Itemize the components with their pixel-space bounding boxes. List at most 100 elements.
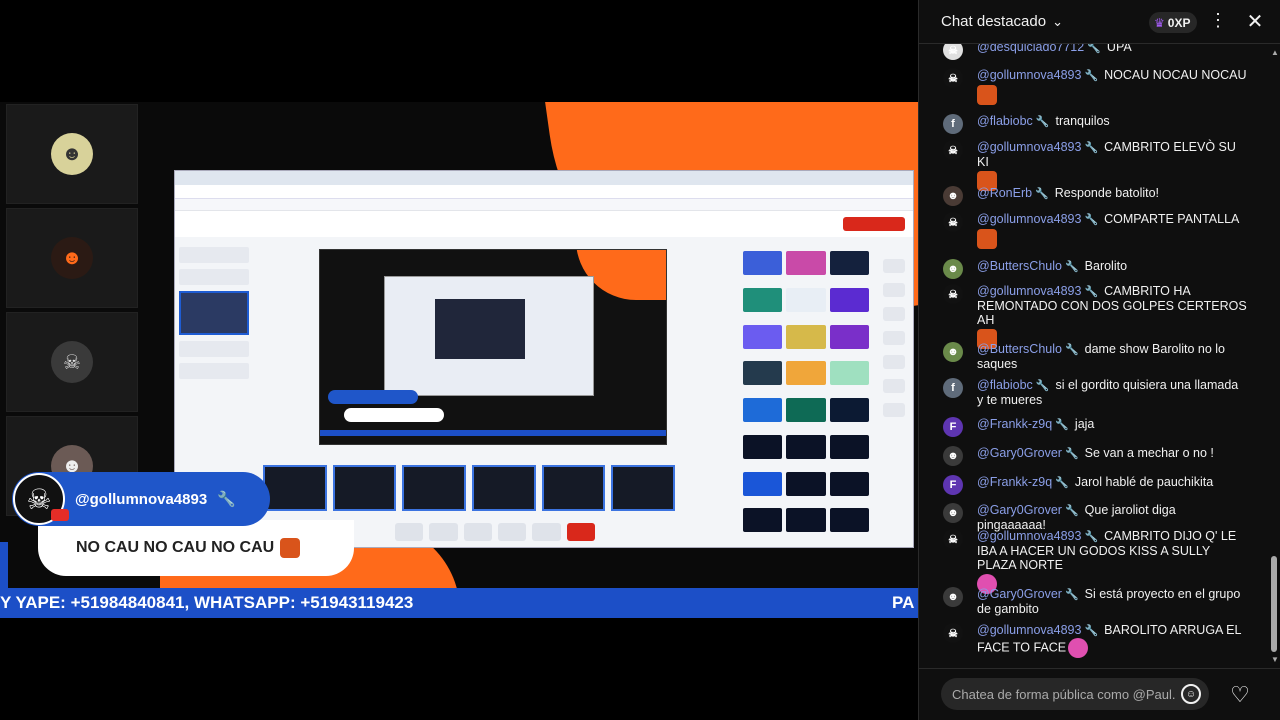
overlay-author-pill: ☠ @gollumnova4893 🔧 [12,472,270,526]
wrench-icon: 🔧 [1084,70,1099,82]
overlay-avatar: ☠ [13,473,69,525]
chat-message-body: @flabiobc 🔧 tranquilos [977,114,1247,129]
crown-icon: ♛ [1154,15,1165,30]
studio-scene-grid [743,251,869,541]
wrench-icon: 🔧 [1084,214,1099,226]
author-avatar[interactable]: f [943,114,963,134]
participant-thumb [263,465,327,511]
author-name[interactable]: @flabiobc [977,378,1033,392]
scrollbar-thumb[interactable] [1271,556,1277,652]
stream-ticker: Y YAPE: +51984840841, WHATSAPP: +5194311… [0,588,918,618]
wrench-icon: 🔧 [1064,505,1079,517]
author-name[interactable]: @Gary0Grover [977,587,1062,601]
participant-thumb [332,465,397,511]
preview-overlay-bubble [344,408,444,422]
emoji-icon [1068,638,1089,658]
chat-mode-dropdown[interactable]: Chat destacado [941,13,1046,30]
wrench-icon: 🔧 [1064,261,1079,273]
author-name[interactable]: @gollumnova4893 [977,140,1081,154]
message-text: UPA [1106,44,1132,54]
author-avatar[interactable]: ☠ [943,529,963,549]
more-vert-icon[interactable]: ⋮ [1209,10,1227,31]
chat-input[interactable] [952,686,1176,702]
author-avatar[interactable]: ☠ [943,212,963,232]
participant-thumb [472,465,536,511]
chat-footer: ☺ ♡ [919,668,1280,720]
wrench-icon: 🔧 [1084,625,1099,637]
heart-icon[interactable]: ♡ [1227,682,1253,708]
author-name[interactable]: @flabiobc [977,114,1033,128]
chat-message-body: @gollumnova4893 🔧 CAMBRITO DIJO Q' LE IBA … [977,529,1247,594]
wrench-icon: 🔧 [1087,44,1101,54]
studio-top-row [175,211,913,237]
chat-scrollbar[interactable]: ▲ ▼ [1269,44,1279,668]
message-text: NOCAU NOCAU NOCAU [1104,68,1247,82]
close-icon[interactable]: ✕ [1245,9,1265,34]
author-name[interactable]: @Gary0Grover [977,446,1062,460]
chat-message-body: @gollumnova4893 🔧 COMPARTE PANTALLA [977,212,1247,249]
studio-control-leave [566,523,595,541]
author-name[interactable]: @Frankk-z9q [977,475,1052,489]
chevron-down-icon[interactable]: ⌄ [1052,14,1063,30]
author-name[interactable]: @Gary0Grover [977,503,1062,517]
author-avatar[interactable]: ☠ [943,44,963,60]
author-avatar[interactable]: ☻ [943,503,963,523]
author-avatar[interactable]: ☻ [943,186,963,206]
browser-address-bar [175,185,913,199]
wrench-icon: 🔧 [1055,419,1069,431]
author-avatar[interactable]: F [943,475,963,495]
overlay-message-bubble: NO CAU NO CAU NO CAU [38,520,354,576]
author-name[interactable]: @RonErb [977,186,1032,200]
message-text: Se van a mechar o no ! [1084,446,1214,460]
wrench-icon: 🔧 [1035,188,1049,200]
wrench-icon: 🔧 [1064,344,1079,356]
author-name[interactable]: @gollumnova4893 [977,212,1081,226]
author-avatar[interactable]: ☠ [943,623,963,643]
scroll-down-icon[interactable]: ▼ [1271,655,1279,664]
wrench-icon: 🔧 [1084,531,1099,543]
author-name[interactable]: @ButtersChulo [977,342,1062,356]
preview-overlay-pill [328,390,418,404]
author-avatar[interactable]: ☠ [943,140,963,160]
blue-decoration [0,542,8,588]
studio-control [532,523,561,541]
author-name[interactable]: @gollumnova4893 [977,529,1081,543]
author-name[interactable]: @gollumnova4893 [977,284,1081,298]
participant-thumb [541,465,606,511]
author-name[interactable]: @ButtersChulo [977,259,1062,273]
studio-control [463,523,492,541]
chat-input-box[interactable]: ☺ [941,678,1209,710]
author-avatar[interactable]: ☠ [943,68,963,88]
scroll-up-icon[interactable]: ▲ [1271,48,1279,57]
author-name[interactable]: @gollumnova4893 [977,68,1081,82]
studio-participant-strip [263,465,676,511]
studio-preview [319,249,667,445]
author-avatar[interactable]: f [943,378,963,398]
wrench-icon: 🔧 [1055,477,1069,489]
participant-thumb [611,465,676,511]
emoji-icon[interactable]: ☺ [1181,684,1201,704]
author-name[interactable]: @desquiciado7712 [977,44,1084,54]
browser-tabs [175,171,913,185]
author-avatar[interactable]: F [943,417,963,437]
author-name[interactable]: @Frankk-z9q [977,417,1052,431]
author-avatar[interactable]: ☻ [943,342,963,362]
studio-left-item [179,341,249,357]
xp-badge[interactable]: ♛ 0XP [1149,12,1198,33]
author-avatar[interactable]: ☻ [943,587,963,607]
overlay-emoji-icon [280,538,301,558]
webcam-tile: ☠ [6,312,138,412]
ticker-text: Y YAPE: +51984840841, WHATSAPP: +5194311… [0,593,414,612]
wrench-icon: 🔧 [1035,380,1050,392]
author-avatar[interactable]: ☠ [943,284,963,304]
author-avatar[interactable]: ☻ [943,446,963,466]
chat-message-list[interactable]: ☠ @desquiciado7712 🔧 UPA ☠ @gollumnova4893 🔧 NO… [919,44,1269,668]
message-text: COMPARTE PANTALLA [1104,212,1240,226]
author-avatar[interactable]: ☻ [943,259,963,279]
author-name[interactable]: @gollumnova4893 [977,623,1081,637]
overlay-message-text: NO CAU NO CAU NO CAU [76,539,275,556]
video-player[interactable]: ☻ ☻ ☠ ☻ NO CAU NO CAU NO CAU ☠ @gollumno… [0,0,918,720]
studio-left-item [179,363,249,379]
wrench-icon: 🔧 [1084,286,1099,298]
chat-message-body: @Frankk-z9q 🔧 Jarol hablé de pauchikita [977,475,1247,490]
